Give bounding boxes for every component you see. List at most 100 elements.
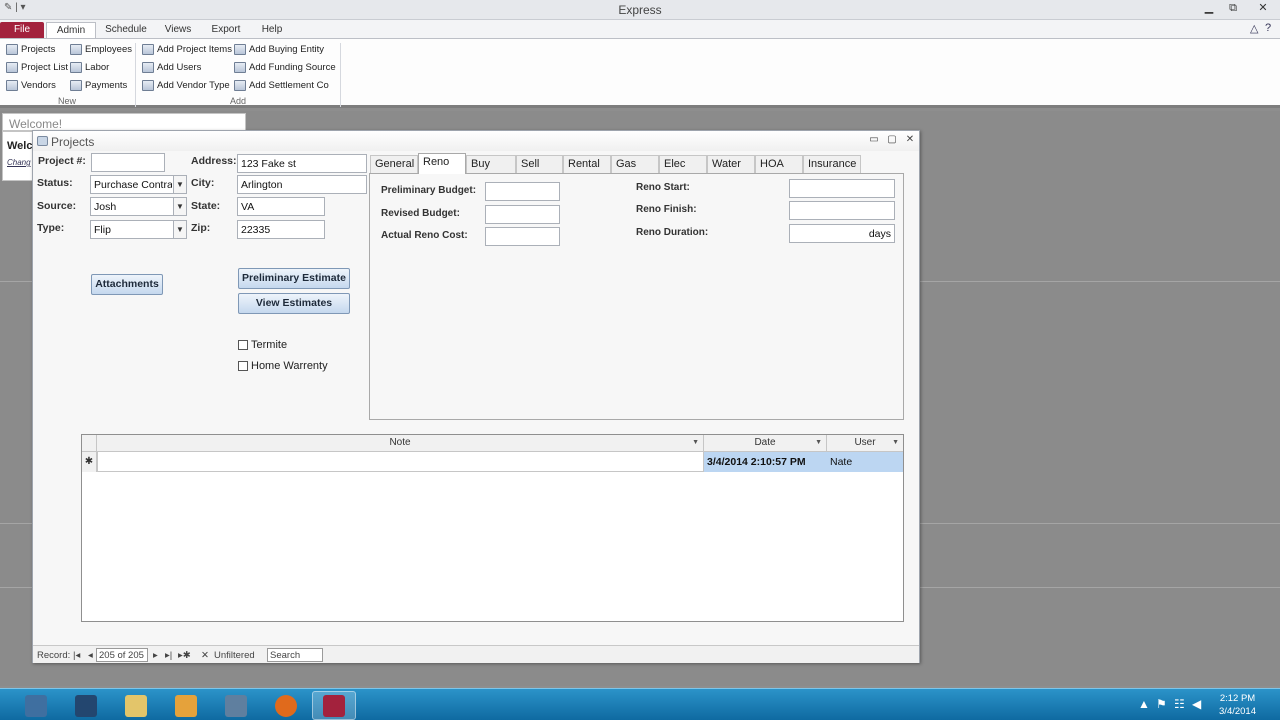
reno-start-field[interactable] [789, 179, 895, 198]
welcome-document-tab[interactable]: Welcome! [2, 113, 246, 131]
type-combo[interactable]: Flip ▼ [90, 220, 187, 239]
tab-export[interactable]: Export [204, 22, 248, 38]
taskbar-network-icon[interactable] [214, 691, 258, 720]
first-record-icon[interactable]: |◂ [73, 650, 80, 661]
note-column-header[interactable]: Note ▼ [97, 435, 704, 452]
chevron-down-icon[interactable]: ▼ [173, 176, 186, 193]
ribbon-labor-button[interactable]: Labor [70, 62, 109, 73]
volume-icon[interactable]: ◀ [1192, 697, 1201, 711]
attachments-button[interactable]: Attachments [91, 274, 163, 295]
ribbon-add-funding-source-button[interactable]: Add Funding Source [234, 62, 336, 73]
tab-sell[interactable]: Sell [516, 155, 563, 173]
ribbon-projects-button[interactable]: Projects [6, 44, 55, 55]
filter-status[interactable]: Unfiltered [214, 650, 255, 661]
note-cell[interactable] [97, 452, 704, 472]
preliminary-estimate-button[interactable]: Preliminary Estimate [238, 268, 350, 289]
close-icon[interactable]: ✕ [1246, 0, 1280, 16]
date-column-header[interactable]: Date ▼ [704, 435, 827, 452]
project-number-field[interactable] [91, 153, 165, 172]
tab-buy[interactable]: Buy [466, 155, 516, 173]
user-column-header[interactable]: User ▼ [827, 435, 903, 452]
flag-icon[interactable]: ⚑ [1156, 697, 1167, 711]
maximize-icon[interactable]: ▢ [885, 134, 899, 145]
grid-select-all[interactable] [82, 435, 97, 452]
ribbon-payments-button[interactable]: Payments [70, 80, 127, 91]
tab-reno[interactable]: Reno [418, 153, 466, 174]
previous-record-icon[interactable]: ◂ [88, 650, 93, 661]
state-field[interactable]: VA [237, 197, 325, 216]
termite-checkbox[interactable]: Termite [238, 339, 287, 351]
ribbon-collapse-icon[interactable]: △ [1250, 22, 1258, 35]
sort-arrow-icon[interactable]: ▼ [815, 435, 822, 451]
home-warrenty-checkbox-box[interactable] [238, 361, 248, 371]
address-field[interactable]: 123 Fake st [237, 154, 367, 173]
tab-schedule[interactable]: Schedule [100, 22, 152, 38]
sort-arrow-icon[interactable]: ▼ [692, 435, 699, 451]
actual-reno-cost-field[interactable] [485, 227, 560, 246]
zip-field[interactable]: 22335 [237, 220, 325, 239]
welcome-link[interactable]: Chang [7, 158, 31, 167]
show-hidden-icons-icon[interactable]: ▲ [1138, 697, 1150, 711]
last-record-icon[interactable]: ▸| [165, 650, 172, 661]
home-warrenty-checkbox[interactable]: Home Warrenty [238, 360, 328, 372]
clock[interactable]: 2:12 PM 3/4/2014 [1219, 692, 1256, 718]
source-value: Josh [94, 201, 117, 213]
tab-water[interactable]: Water [707, 155, 755, 173]
taskbar-access-icon[interactable] [312, 691, 356, 720]
ribbon-vendors-button[interactable]: Vendors [6, 80, 56, 91]
help-icon[interactable]: ? [1265, 22, 1271, 34]
tab-insurance[interactable]: Insurance [803, 155, 861, 173]
tab-hoa[interactable]: HOA [755, 155, 803, 173]
chevron-down-icon[interactable]: ▼ [173, 198, 186, 215]
ribbon-add-buying-entity-button[interactable]: Add Buying Entity [234, 44, 324, 55]
ribbon: Projects Employees Project List Labor Ve… [0, 38, 1280, 108]
project-list-icon [6, 62, 18, 73]
city-field[interactable]: Arlington [237, 175, 367, 194]
close-icon[interactable]: ✕ [903, 134, 917, 145]
next-record-icon[interactable]: ▸ [153, 650, 158, 661]
taskbar-explorer-icon[interactable] [114, 691, 158, 720]
source-combo[interactable]: Josh ▼ [90, 197, 187, 216]
type-value: Flip [94, 224, 111, 236]
reno-finish-field[interactable] [789, 201, 895, 220]
new-record-marker[interactable]: ✱ [82, 452, 97, 472]
date-cell[interactable]: 3/4/2014 2:10:57 PM [704, 452, 827, 472]
tab-file[interactable]: File [0, 22, 44, 38]
tab-admin[interactable]: Admin [46, 22, 96, 38]
tab-rental[interactable]: Rental [563, 155, 611, 173]
chevron-down-icon[interactable]: ▼ [173, 221, 186, 238]
reno-duration-field[interactable]: days [789, 224, 895, 243]
tab-views[interactable]: Views [158, 22, 198, 38]
search-input[interactable]: Search [267, 648, 323, 662]
taskbar-firefox-icon[interactable] [264, 691, 308, 720]
tab-elec[interactable]: Elec [659, 155, 707, 173]
preliminary-budget-field[interactable] [485, 182, 560, 201]
ribbon-add-project-items-button[interactable]: Add Project Items [142, 44, 232, 55]
status-combo[interactable]: Purchase Contract ▼ [90, 175, 187, 194]
minimize-icon[interactable]: ▭ [867, 134, 881, 145]
network-tray-icon[interactable]: ☷ [1174, 697, 1185, 711]
filter-icon[interactable]: ✕ [201, 650, 209, 661]
tab-general[interactable]: General [370, 155, 418, 173]
projects-window-title-bar[interactable]: Projects ▭ ▢ ✕ [33, 131, 919, 151]
add-settlement-co-icon [234, 80, 246, 91]
ribbon-add-users-button[interactable]: Add Users [142, 62, 201, 73]
ribbon-add-settlement-co-button[interactable]: Add Settlement Co [234, 80, 329, 91]
user-cell[interactable]: Nate [827, 452, 903, 472]
ribbon-add-vendor-type-button[interactable]: Add Vendor Type [142, 80, 230, 91]
sort-arrow-icon[interactable]: ▼ [892, 435, 899, 451]
minimize-icon[interactable]: ▁ [1198, 0, 1220, 16]
revised-budget-field[interactable] [485, 205, 560, 224]
taskbar-outlook-icon[interactable] [164, 691, 208, 720]
restore-icon[interactable]: ⧉ [1222, 0, 1244, 16]
tab-help[interactable]: Help [254, 22, 290, 38]
ribbon-project-list-button[interactable]: Project List [6, 62, 68, 73]
new-record-icon[interactable]: ▸✱ [178, 650, 191, 661]
view-estimates-button[interactable]: View Estimates [238, 293, 350, 314]
taskbar-server-manager-icon[interactable] [14, 691, 58, 720]
taskbar-powershell-icon[interactable] [64, 691, 108, 720]
termite-checkbox-box[interactable] [238, 340, 248, 350]
ribbon-employees-button[interactable]: Employees [70, 44, 132, 55]
record-position-field[interactable]: 205 of 205 [96, 648, 148, 662]
tab-gas[interactable]: Gas [611, 155, 659, 173]
